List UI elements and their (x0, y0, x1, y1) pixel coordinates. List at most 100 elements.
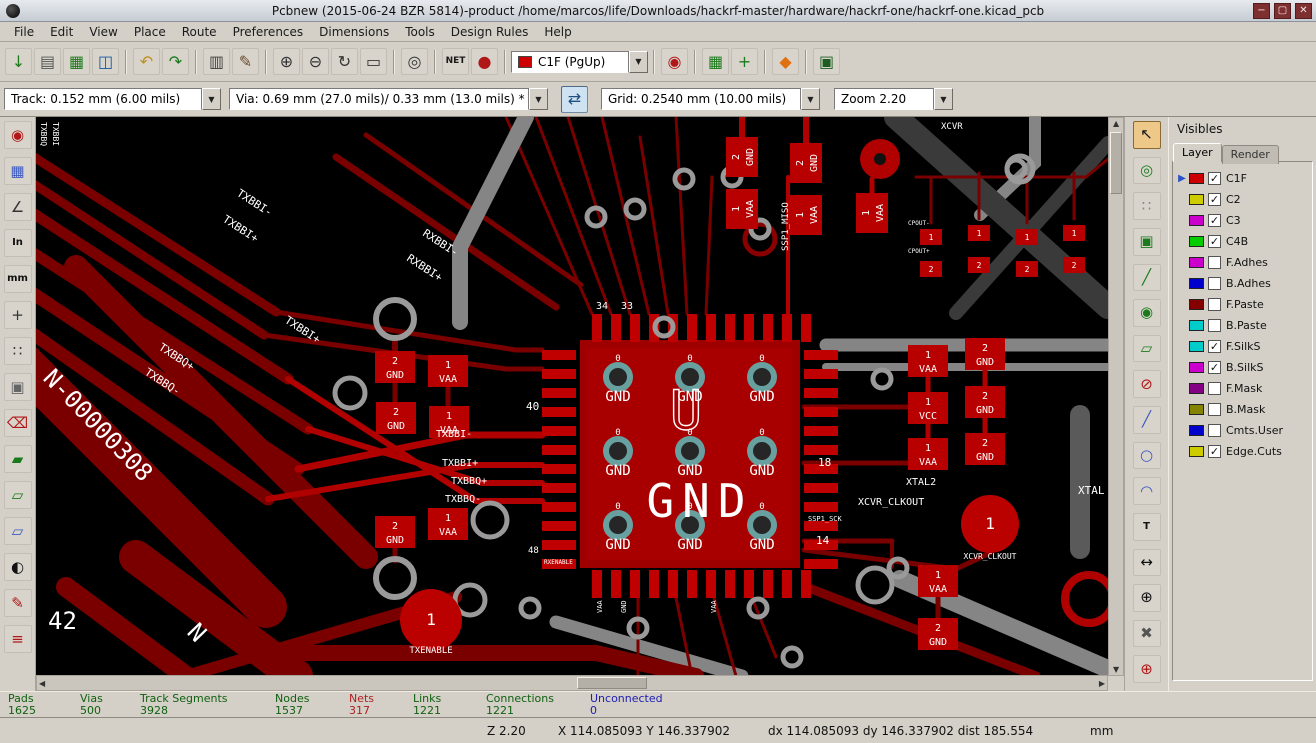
layer-row-f-adhes[interactable]: F.Adhes (1173, 252, 1312, 273)
layer-row-b-paste[interactable]: B.Paste (1173, 315, 1312, 336)
layer-row-c3[interactable]: ✓C3 (1173, 210, 1312, 231)
layer-color-swatch[interactable] (1189, 383, 1204, 394)
footprint-editor-icon[interactable]: ▦ (63, 48, 90, 75)
layer-color-swatch[interactable] (1189, 257, 1204, 268)
add-target-icon[interactable]: ⊕ (1133, 584, 1161, 612)
microwave-tools-icon[interactable]: ≡ (4, 625, 32, 653)
layer-checkbox-b-paste[interactable] (1208, 319, 1221, 332)
add-track-icon[interactable]: ╱ (1133, 264, 1161, 292)
zoom-selector[interactable]: Zoom 2.20 (834, 88, 934, 110)
layer-checkbox-f-silks[interactable]: ✓ (1208, 340, 1221, 353)
add-graphic-line-icon[interactable]: ╱ (1133, 406, 1161, 434)
grid-size-dropdown-button[interactable]: ▼ (801, 88, 820, 110)
layer-row-f-mask[interactable]: F.Mask (1173, 378, 1312, 399)
menu-item-tools[interactable]: Tools (397, 23, 443, 41)
layer-checkbox-cmts-user[interactable] (1208, 424, 1221, 437)
footprint-ratsnest-icon[interactable]: ▣ (4, 373, 32, 401)
grid-size-selector[interactable]: Grid: 0.2540 mm (10.00 mils) (601, 88, 801, 110)
find-icon[interactable]: ◎ (401, 48, 428, 75)
layer-checkbox-b-silks[interactable]: ✓ (1208, 361, 1221, 374)
layer-row-f-paste[interactable]: F.Paste (1173, 294, 1312, 315)
tab-render[interactable]: Render (1222, 145, 1279, 164)
title-bar[interactable]: Pcbnew (2015-06-24 BZR 5814)-product /ho… (0, 0, 1316, 22)
zones-outline-icon[interactable]: ▱ (4, 517, 32, 545)
scroll-right-icon[interactable]: ▶ (1099, 679, 1105, 688)
layer-checkbox-f-mask[interactable] (1208, 382, 1221, 395)
layer-color-swatch[interactable] (1189, 173, 1204, 184)
layer-selector-dropdown-button[interactable]: ▼ (629, 51, 648, 73)
local-ratsnest-icon[interactable]: ∷ (1133, 192, 1161, 220)
auto-delete-track-icon[interactable]: ⌫ (4, 409, 32, 437)
redraw-pencil-icon[interactable]: ✎ (4, 589, 32, 617)
close-button[interactable]: ✕ (1295, 3, 1312, 19)
layer-color-swatch[interactable] (1189, 194, 1204, 205)
menu-item-edit[interactable]: Edit (42, 23, 81, 41)
horizontal-scrollbar-thumb[interactable] (577, 677, 647, 689)
add-zone-icon[interactable]: ▱ (1133, 335, 1161, 363)
track-mode-icon[interactable]: + (731, 48, 758, 75)
netlist-icon[interactable]: NET (442, 48, 469, 75)
zoom-dropdown-button[interactable]: ▼ (934, 88, 953, 110)
delete-item-icon[interactable]: ✖ (1133, 620, 1161, 648)
scroll-down-icon[interactable]: ▼ (1113, 665, 1119, 674)
menu-item-design-rules[interactable]: Design Rules (443, 23, 537, 41)
menu-item-help[interactable]: Help (536, 23, 579, 41)
add-footprint-icon[interactable]: ▣ (1133, 228, 1161, 256)
units-inch-icon[interactable]: In (4, 229, 32, 257)
layer-checkbox-c1f[interactable]: ✓ (1208, 172, 1221, 185)
layer-checkbox-f-adhes[interactable] (1208, 256, 1221, 269)
layer-color-swatch[interactable] (1189, 446, 1204, 457)
redo-icon[interactable]: ↷ (162, 48, 189, 75)
layer-checkbox-b-adhes[interactable] (1208, 277, 1221, 290)
plot-icon[interactable]: ✎ (232, 48, 259, 75)
add-graphic-circle-icon[interactable]: ○ (1133, 442, 1161, 470)
menu-item-dimensions[interactable]: Dimensions (311, 23, 397, 41)
track-width-dropdown-button[interactable]: ▼ (202, 88, 221, 110)
menu-item-place[interactable]: Place (126, 23, 174, 41)
add-via-icon[interactable]: ◉ (1133, 299, 1161, 327)
layer-checkbox-c4b[interactable]: ✓ (1208, 235, 1221, 248)
layer-row-c1f[interactable]: ▶✓C1F (1173, 168, 1312, 189)
save-board-icon[interactable]: ↓ (5, 48, 32, 75)
layer-checkbox-f-paste[interactable] (1208, 298, 1221, 311)
auto-track-width-icon[interactable]: ⇄ (561, 86, 588, 113)
fast-route-icon[interactable]: ◆ (772, 48, 799, 75)
minimize-button[interactable]: − (1253, 3, 1270, 19)
drc-off-icon[interactable]: ◉ (4, 121, 32, 149)
polar-coords-icon[interactable]: ∠ (4, 193, 32, 221)
drc-icon[interactable]: ● (471, 48, 498, 75)
zoom-out-icon[interactable]: ⊖ (302, 48, 329, 75)
zones-show-icon[interactable]: ▰ (4, 445, 32, 473)
layer-color-swatch[interactable] (1189, 299, 1204, 310)
layer-row-b-mask[interactable]: B.Mask (1173, 399, 1312, 420)
layer-color-swatch[interactable] (1189, 362, 1204, 373)
footprint-mode-icon[interactable]: ▦ (702, 48, 729, 75)
add-dimension-icon[interactable]: ↔ (1133, 549, 1161, 577)
scripting-console-icon[interactable]: ▣ (813, 48, 840, 75)
scroll-up-icon[interactable]: ▲ (1113, 119, 1119, 128)
track-width-selector[interactable]: Track: 0.152 mm (6.00 mils) (4, 88, 202, 110)
layer-row-b-adhes[interactable]: B.Adhes (1173, 273, 1312, 294)
layer-row-f-silks[interactable]: ✓F.SilkS (1173, 336, 1312, 357)
via-size-selector[interactable]: Via: 0.69 mm (27.0 mils)/ 0.33 mm (13.0 … (229, 88, 529, 110)
layer-color-swatch[interactable] (1189, 320, 1204, 331)
layer-color-swatch[interactable] (1189, 278, 1204, 289)
menu-item-preferences[interactable]: Preferences (225, 23, 312, 41)
ratsnest-visibility-icon[interactable]: ∷ (4, 337, 32, 365)
layer-row-c2[interactable]: ✓C2 (1173, 189, 1312, 210)
select-tool-icon[interactable]: ↖ (1133, 121, 1161, 149)
footprint-viewer-icon[interactable]: ◫ (92, 48, 119, 75)
zoom-redraw-icon[interactable]: ↻ (331, 48, 358, 75)
via-size-dropdown-button[interactable]: ▼ (529, 88, 548, 110)
units-mm-icon[interactable]: mm (4, 265, 32, 293)
layer-selector[interactable]: C1F (PgUp) (511, 51, 629, 73)
print-icon[interactable]: ▥ (203, 48, 230, 75)
page-settings-icon[interactable]: ▤ (34, 48, 61, 75)
layer-checkbox-edge-cuts[interactable]: ✓ (1208, 445, 1221, 458)
horizontal-scrollbar[interactable]: ◀ ▶ (36, 675, 1108, 691)
vertical-scrollbar-thumb[interactable] (1110, 132, 1122, 194)
layer-row-b-silks[interactable]: ✓B.SilkS (1173, 357, 1312, 378)
layer-color-swatch[interactable] (1189, 404, 1204, 415)
vertical-scrollbar[interactable]: ▲ ▼ (1108, 117, 1124, 676)
layer-pair-icon[interactable]: ◉ (661, 48, 688, 75)
